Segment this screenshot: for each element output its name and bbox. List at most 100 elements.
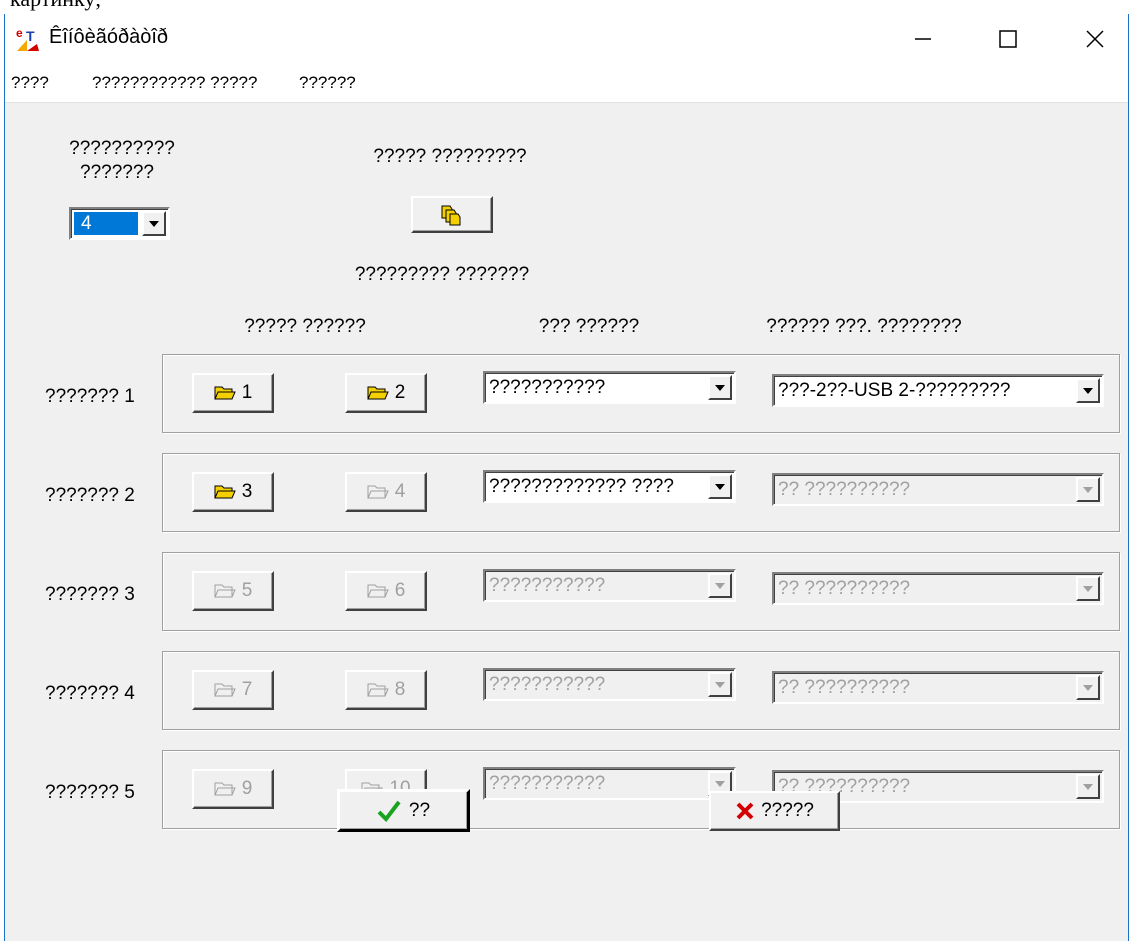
file-button-number: 4 (394, 481, 406, 502)
folders-icon (441, 205, 461, 225)
file-button-number: 6 (394, 580, 406, 601)
folder-open-icon (213, 485, 236, 499)
row-label: ??????? 2 (45, 485, 135, 506)
folder-open-icon (213, 584, 236, 598)
device-type-select[interactable]: ??????????? (483, 767, 736, 800)
chevron-down-icon (715, 384, 725, 391)
interface-type-select[interactable]: ?? ?????????? (772, 671, 1104, 704)
devices-label-line2: ??????? (80, 162, 154, 183)
device-type-select[interactable]: ??????????? (483, 569, 736, 602)
folder-open-icon (213, 386, 236, 400)
chevron-down-icon (1083, 783, 1093, 790)
chevron-down-icon (715, 780, 725, 787)
row-label: ??????? 5 (45, 782, 135, 803)
interface-type-value: ?? ?????????? (778, 578, 911, 599)
menu-item-3[interactable]: ?????? (299, 73, 356, 93)
file-button-4[interactable]: 4 (345, 472, 427, 512)
dropdown-arrow-button[interactable] (1076, 675, 1100, 700)
dropdown-arrow-button[interactable] (1076, 774, 1100, 799)
file-button-3[interactable]: 3 (192, 472, 274, 512)
device-type-select[interactable]: ????????????? ???? (483, 470, 736, 503)
section-title: ????????? ??????? (354, 264, 530, 285)
ok-button[interactable]: ?? (337, 789, 470, 832)
minimize-button[interactable] (888, 14, 958, 64)
interface-type-select[interactable]: ?? ?????????? (772, 473, 1104, 506)
dropdown-arrow-button[interactable] (1076, 378, 1100, 403)
file-button-9[interactable]: 9 (192, 769, 274, 809)
maximize-icon (999, 30, 1017, 48)
file-button-5[interactable]: 5 (192, 571, 274, 611)
file-button-number: 8 (394, 679, 406, 700)
file-button-number: 1 (241, 382, 253, 403)
dropdown-arrow-button[interactable] (708, 573, 732, 598)
file-button-number: 7 (241, 679, 253, 700)
interface-type-select[interactable]: ???-2??-USB 2-????????? (772, 374, 1104, 407)
dropdown-arrow-button[interactable] (1076, 576, 1100, 601)
file-button-6[interactable]: 6 (345, 571, 427, 611)
checkmark-icon (377, 800, 401, 822)
chevron-down-icon (1083, 585, 1093, 592)
row-label: ??????? 1 (45, 386, 135, 407)
dropdown-arrow-button[interactable] (708, 672, 732, 697)
interface-type-value: ???-2??-USB 2-????????? (778, 380, 1011, 401)
open-files-button[interactable] (411, 196, 493, 233)
close-window-button[interactable] (1060, 14, 1130, 64)
dropdown-arrow-button[interactable] (142, 211, 166, 236)
device-type-select[interactable]: ??????????? (483, 371, 736, 404)
svg-text:e: e (16, 26, 23, 40)
configurator-window: e T Êîíôèãóðàòîð ???? ???????????? ?????… (4, 14, 1129, 941)
interface-type-select[interactable]: ?? ?????????? (772, 572, 1104, 605)
device-type-value: ??????????? (489, 575, 606, 596)
device-type-value: ??????????? (489, 773, 606, 794)
chevron-down-icon (715, 582, 725, 589)
folder-open-icon (213, 683, 236, 697)
open-files-label: ????? ????????? (373, 146, 527, 167)
folder-open-icon (366, 584, 389, 598)
devices-count-select[interactable]: 4 (69, 207, 170, 240)
menu-bar: ???? ???????????? ????? ?????? (5, 64, 1128, 103)
dropdown-arrow-button[interactable] (1076, 477, 1100, 502)
app-icon: e T (15, 26, 41, 52)
background-document-strip: картинку; (0, 0, 1133, 14)
interface-type-value: ?? ?????????? (778, 677, 911, 698)
cross-icon (736, 802, 754, 820)
devices-count-value: 4 (81, 213, 92, 234)
file-button-2[interactable]: 2 (345, 373, 427, 413)
cancel-button[interactable]: ????? (709, 791, 840, 831)
file-button-8[interactable]: 8 (345, 670, 427, 710)
minimize-icon (915, 38, 931, 40)
file-button-number: 5 (241, 580, 253, 601)
col-header-type: ??? ?????? (538, 316, 640, 337)
cancel-label: ????? (761, 800, 814, 821)
svg-text:T: T (26, 28, 35, 44)
dropdown-arrow-button[interactable] (708, 474, 732, 499)
title-bar[interactable]: e T Êîíôèãóðàòîð (5, 14, 1128, 64)
file-button-number: 2 (394, 382, 406, 403)
folder-open-icon (366, 386, 389, 400)
chevron-down-icon (1083, 684, 1093, 691)
chevron-down-icon (149, 220, 159, 227)
file-button-number: 3 (241, 481, 253, 502)
folder-open-icon (366, 683, 389, 697)
col-header-interface: ?????? ???. ???????? (766, 316, 962, 337)
maximize-button[interactable] (973, 14, 1043, 64)
menu-item-2[interactable]: ???????????? ????? (92, 73, 257, 93)
dropdown-arrow-button[interactable] (708, 375, 732, 400)
chevron-down-icon (1083, 486, 1093, 493)
devices-label-line1: ?????????? (69, 138, 175, 159)
file-button-1[interactable]: 1 (192, 373, 274, 413)
interface-type-value: ?? ?????????? (778, 479, 911, 500)
row-label: ??????? 3 (45, 584, 135, 605)
row-label: ??????? 4 (45, 683, 135, 704)
folder-open-icon (366, 485, 389, 499)
ok-label: ?? (408, 799, 431, 821)
device-type-value: ??????????? (489, 377, 606, 398)
menu-item-1[interactable]: ???? (11, 73, 49, 93)
device-type-select[interactable]: ??????????? (483, 668, 736, 701)
background-document-text: картинку; (10, 0, 101, 12)
device-type-value: ??????????? (489, 674, 606, 695)
folder-open-icon (213, 782, 236, 796)
chevron-down-icon (715, 483, 725, 490)
window-title: Êîíôèãóðàòîð (49, 26, 168, 48)
file-button-7[interactable]: 7 (192, 670, 274, 710)
